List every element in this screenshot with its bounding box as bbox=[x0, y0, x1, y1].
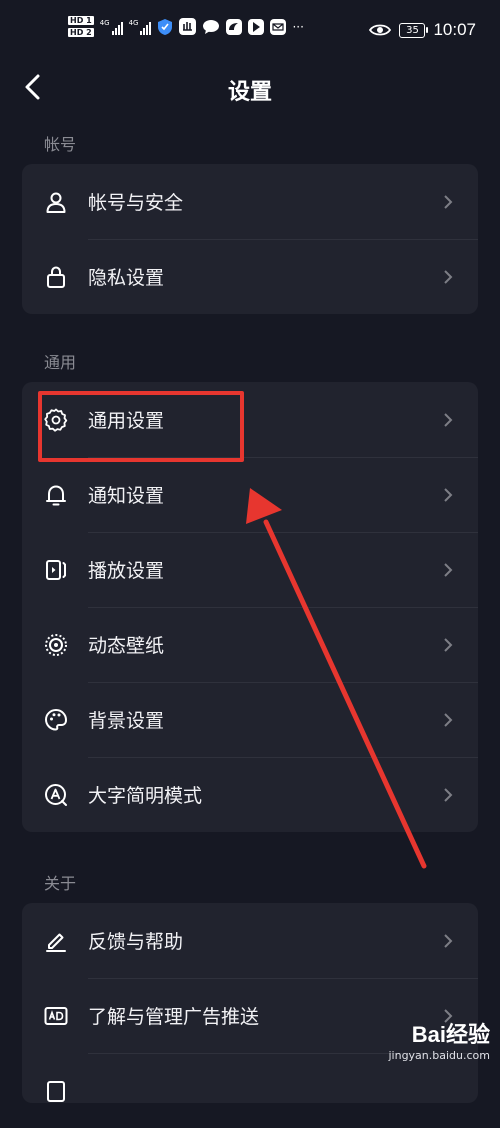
page-title: 设置 bbox=[227, 80, 272, 105]
chevron-right-icon bbox=[444, 413, 453, 427]
status-time: 10:07 bbox=[433, 20, 476, 39]
chevron-right-icon bbox=[444, 488, 453, 502]
settings-row-playback[interactable]: 播放设置 bbox=[22, 532, 478, 607]
section-label-general: 通用 bbox=[44, 353, 77, 372]
user-icon bbox=[46, 192, 66, 213]
watermark: Bai经验 jingyan.baidu.com bbox=[360, 1017, 490, 1075]
settings-row-live-wallpaper[interactable]: 动态壁纸 bbox=[22, 607, 478, 682]
row-label: 反馈与帮助 bbox=[88, 931, 184, 953]
hand-icon bbox=[179, 18, 197, 35]
settings-row-feedback[interactable]: 反馈与帮助 bbox=[22, 903, 478, 978]
status-right: 35 10:07 bbox=[369, 20, 476, 40]
palette-icon bbox=[44, 708, 68, 731]
ad-icon bbox=[44, 1007, 68, 1025]
row-label: 帐号与安全 bbox=[88, 192, 184, 214]
row-label: 通知设置 bbox=[88, 485, 165, 507]
mail-app-icon bbox=[270, 18, 287, 35]
row-label: 动态壁纸 bbox=[88, 635, 165, 657]
row-label: 播放设置 bbox=[88, 560, 165, 582]
chevron-right-icon bbox=[444, 713, 453, 727]
row-label: 背景设置 bbox=[88, 710, 165, 732]
settings-row-notification[interactable]: 通知设置 bbox=[22, 457, 478, 532]
network-type: 4G bbox=[99, 18, 110, 27]
lock-icon bbox=[47, 266, 65, 288]
shield-icon bbox=[158, 18, 173, 35]
hd-badges: HD 1 HD 2 bbox=[68, 16, 94, 37]
bell-icon bbox=[46, 485, 66, 506]
live-wallpaper-icon bbox=[45, 634, 67, 656]
eye-icon bbox=[369, 24, 392, 36]
watermark-url: jingyan.baidu.com bbox=[388, 1049, 490, 1062]
hd-badge-1: HD 1 bbox=[68, 16, 94, 25]
status-left: HD 1 HD 2 4G 4G ··· bbox=[68, 16, 304, 37]
battery-indicator: 35 bbox=[399, 22, 429, 38]
account-card: 帐号与安全 隐私设置 bbox=[22, 164, 478, 314]
section-label-account: 帐号 bbox=[44, 135, 77, 154]
chevron-right-icon bbox=[444, 638, 453, 652]
nav-bar: 设置 bbox=[0, 60, 500, 116]
signal-icon: 4G bbox=[100, 19, 123, 35]
play-app-icon bbox=[248, 18, 265, 35]
play-settings-icon bbox=[46, 560, 66, 580]
settings-row-privacy[interactable]: 隐私设置 bbox=[22, 239, 478, 314]
chevron-right-icon bbox=[444, 934, 453, 948]
row-label: 大字简明模式 bbox=[88, 785, 203, 807]
chat-bubble-icon bbox=[203, 19, 220, 34]
chevron-right-icon bbox=[444, 563, 453, 577]
status-bar: HD 1 HD 2 4G 4G ··· 35 10:07 bbox=[0, 0, 500, 60]
signal-icon-2: 4G bbox=[129, 19, 152, 35]
row-label: 隐私设置 bbox=[88, 267, 165, 289]
chevron-right-icon bbox=[444, 788, 453, 802]
chevron-right-icon bbox=[444, 270, 453, 284]
row-label: 了解与管理广告推送 bbox=[88, 1006, 260, 1028]
edit-icon bbox=[46, 933, 66, 952]
network-type-2: 4G bbox=[128, 18, 139, 27]
section-label-about: 关于 bbox=[44, 874, 77, 893]
hd-badge-2: HD 2 bbox=[68, 28, 94, 37]
gear-icon bbox=[44, 408, 68, 432]
settings-row-background[interactable]: 背景设置 bbox=[22, 682, 478, 757]
settings-row-large-text-mode[interactable]: 大字简明模式 bbox=[22, 757, 478, 832]
settings-row-general[interactable]: 通用设置 bbox=[22, 382, 478, 457]
watermark-logo: Bai经验 bbox=[411, 1022, 490, 1047]
general-card: 通用设置 通知设置 播放设置 动态壁纸 背景设置 大字简明模式 bbox=[22, 382, 478, 832]
more-notifications-icon: ··· bbox=[292, 19, 304, 34]
chevron-right-icon bbox=[444, 195, 453, 209]
row-label: 通用设置 bbox=[88, 410, 165, 432]
large-text-icon bbox=[45, 784, 67, 806]
message-icon bbox=[226, 18, 243, 35]
settings-row-account-security[interactable]: 帐号与安全 bbox=[22, 164, 478, 239]
